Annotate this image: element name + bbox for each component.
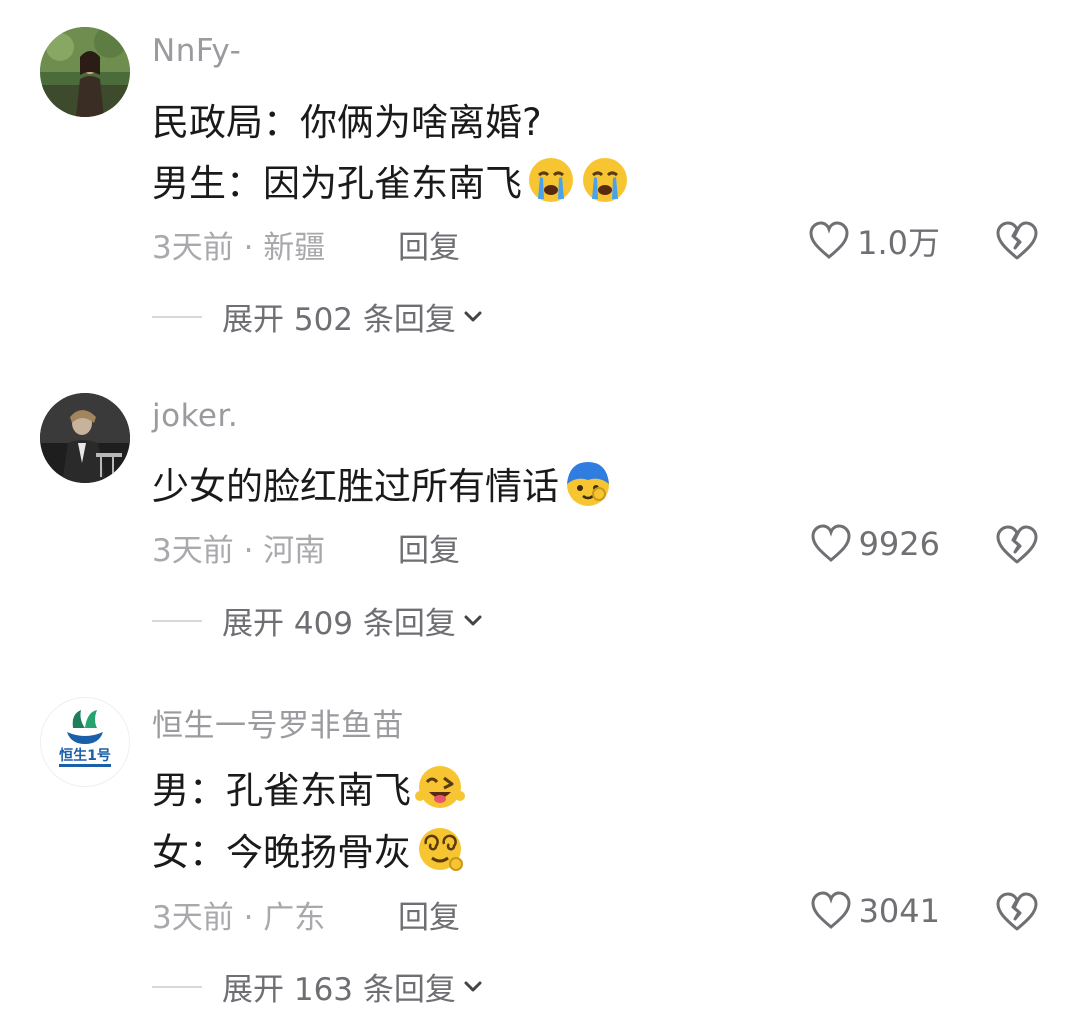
divider <box>152 985 202 988</box>
heart-icon <box>811 891 851 929</box>
logo-text: 恒生1号 <box>59 747 111 764</box>
like-button[interactable]: 3041 <box>809 889 940 933</box>
comment-text: 男：孔雀东南飞 <box>152 769 411 812</box>
chevron-down-icon <box>464 981 482 991</box>
comment-time-location: 3天前 · 广东 <box>152 900 326 936</box>
like-count: 3041 <box>858 892 940 930</box>
comment-text-line: 男：孔雀东南飞 <box>152 760 465 814</box>
comment-text: 女：今晚扬骨灰 <box>152 831 411 874</box>
comment-item: 恒生1号 恒生一号罗非鱼苗 男：孔雀东南飞 女：今晚扬骨灰 3天前 · 广东 回… <box>0 0 1080 1023</box>
avatar[interactable]: 恒生1号 <box>40 697 130 787</box>
wink-tongue-face-emoji <box>415 766 465 808</box>
comment-text-line: 女：今晚扬骨灰 <box>152 822 465 876</box>
dizzy-face-emoji <box>419 828 463 871</box>
expand-replies-button[interactable]: 展开 163 条回复 <box>152 964 484 1009</box>
expand-replies-label: 展开 163 条回复 <box>222 972 456 1008</box>
username[interactable]: 恒生一号罗非鱼苗 <box>152 700 404 745</box>
broken-heart-icon[interactable] <box>994 889 1040 935</box>
reply-button[interactable]: 回复 <box>398 892 460 937</box>
